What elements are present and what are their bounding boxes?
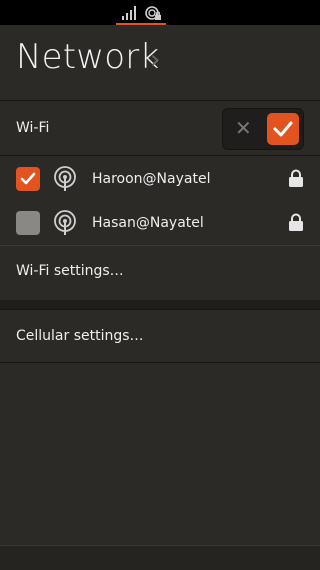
chevron-right-icon[interactable]: › — [150, 45, 160, 75]
network-list-item[interactable]: Hasan@Nayatel — [0, 201, 320, 245]
network-checkbox-unchecked[interactable] — [16, 211, 40, 235]
lock-icon — [289, 169, 303, 187]
cellular-divider — [0, 362, 320, 363]
wifi-settings-label: Wi-Fi settings… — [16, 263, 124, 279]
section-separator — [0, 300, 320, 309]
close-icon: ✕ — [235, 116, 252, 140]
wifi-divider — [0, 155, 320, 156]
toggle-on-thumb — [267, 113, 299, 145]
cellular-settings-label: Cellular settings… — [16, 328, 144, 344]
page-title: Network — [16, 37, 160, 77]
wifi-label: Wi-Fi — [16, 120, 50, 136]
network-name: Haroon@Nayatel — [92, 171, 211, 187]
network-list-item[interactable]: Haroon@Nayatel — [0, 157, 320, 201]
signal-bars-icon — [122, 6, 136, 20]
status-indicators[interactable] — [118, 3, 166, 25]
network-secure-icon — [145, 6, 161, 20]
wifi-switch[interactable]: ✕ — [222, 108, 304, 150]
cellular-settings-link[interactable]: Cellular settings… — [0, 310, 320, 362]
wireless-signal-icon — [54, 210, 76, 235]
network-checkbox-checked[interactable] — [16, 167, 40, 191]
network-name: Hasan@Nayatel — [92, 215, 204, 231]
wifi-toggle-row: Wi-Fi ✕ — [0, 101, 320, 155]
lock-icon — [289, 213, 303, 231]
page-header: Network › — [0, 25, 320, 100]
wireless-signal-icon — [54, 166, 76, 191]
checkmark-icon — [273, 121, 293, 137]
status-bar — [0, 0, 320, 25]
wifi-settings-link[interactable]: Wi-Fi settings… — [0, 246, 320, 300]
checkmark-icon — [20, 172, 36, 185]
bottom-edge-bar[interactable] — [0, 545, 320, 570]
